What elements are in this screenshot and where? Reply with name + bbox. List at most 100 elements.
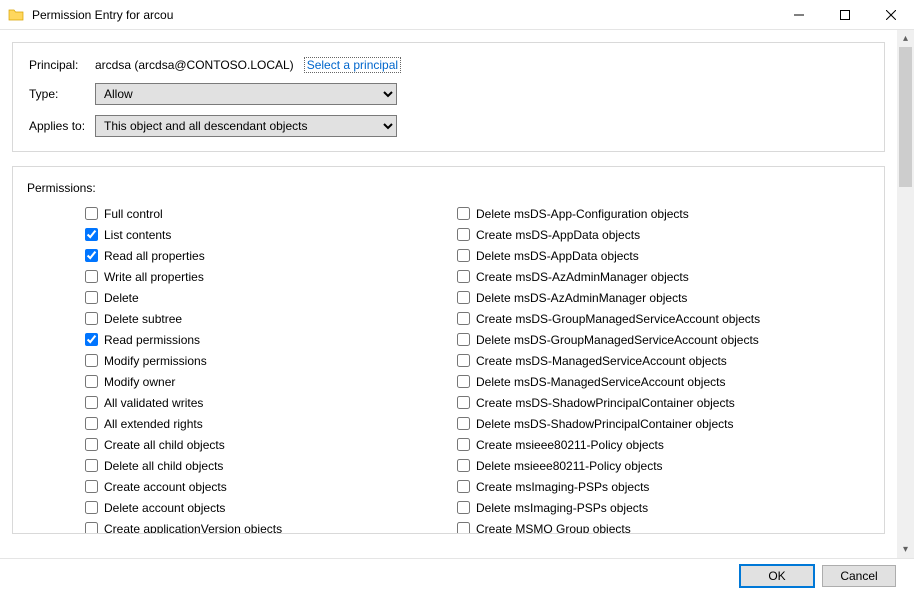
permission-checkbox[interactable]: [457, 522, 470, 534]
permission-item[interactable]: Modify owner: [27, 371, 399, 392]
type-select[interactable]: Allow: [95, 83, 397, 105]
permission-checkbox[interactable]: [85, 396, 98, 409]
permission-checkbox[interactable]: [85, 207, 98, 220]
permission-label: List contents: [104, 228, 171, 242]
permission-item[interactable]: Delete subtree: [27, 308, 399, 329]
permission-checkbox[interactable]: [457, 312, 470, 325]
permission-label: Full control: [104, 207, 163, 221]
permission-item[interactable]: Delete msDS-ManagedServiceAccount object…: [399, 371, 771, 392]
permission-checkbox[interactable]: [85, 270, 98, 283]
permission-checkbox[interactable]: [457, 417, 470, 430]
permission-item[interactable]: Create MSMQ Group objects: [399, 518, 771, 534]
permission-item[interactable]: List contents: [27, 224, 399, 245]
permission-item[interactable]: All validated writes: [27, 392, 399, 413]
permission-item[interactable]: Create account objects: [27, 476, 399, 497]
permission-item[interactable]: Delete msieee80211-Policy objects: [399, 455, 771, 476]
permission-item[interactable]: Create all child objects: [27, 434, 399, 455]
permission-checkbox[interactable]: [85, 291, 98, 304]
permission-checkbox[interactable]: [85, 354, 98, 367]
permission-checkbox[interactable]: [457, 249, 470, 262]
permission-item[interactable]: Write all properties: [27, 266, 399, 287]
permission-item[interactable]: Delete msDS-GroupManagedServiceAccount o…: [399, 329, 771, 350]
permission-label: Delete account objects: [104, 501, 225, 515]
permission-checkbox[interactable]: [85, 312, 98, 325]
permission-item[interactable]: Read permissions: [27, 329, 399, 350]
permission-checkbox[interactable]: [457, 354, 470, 367]
permission-label: Delete msDS-ShadowPrincipalContainer obj…: [476, 417, 733, 431]
permission-item[interactable]: Create msDS-GroupManagedServiceAccount o…: [399, 308, 771, 329]
permission-item[interactable]: Modify permissions: [27, 350, 399, 371]
minimize-button[interactable]: [776, 0, 822, 30]
cancel-button[interactable]: Cancel: [822, 565, 896, 587]
permissions-column-right: Delete msDS-App-Configuration objects Cre…: [399, 203, 771, 534]
permission-label: Create msDS-AppData objects: [476, 228, 640, 242]
permission-item[interactable]: Create msDS-ShadowPrincipalContainer obj…: [399, 392, 771, 413]
permission-label: Delete subtree: [104, 312, 182, 326]
permission-checkbox[interactable]: [457, 438, 470, 451]
permission-item[interactable]: Delete msDS-AzAdminManager objects: [399, 287, 771, 308]
permission-checkbox[interactable]: [457, 228, 470, 241]
permission-checkbox[interactable]: [457, 207, 470, 220]
applies-to-select[interactable]: This object and all descendant objects: [95, 115, 397, 137]
permission-label: Delete msieee80211-Policy objects: [476, 459, 663, 473]
titlebar: Permission Entry for arcou: [0, 0, 914, 30]
permission-item[interactable]: Create msDS-ManagedServiceAccount object…: [399, 350, 771, 371]
permissions-column-left: Full control List contents Read all proper…: [27, 203, 399, 534]
permission-item[interactable]: Create msieee80211-Policy objects: [399, 434, 771, 455]
permission-label: Create msDS-GroupManagedServiceAccount o…: [476, 312, 760, 326]
permission-checkbox[interactable]: [85, 438, 98, 451]
permission-label: Delete: [104, 291, 139, 305]
permission-item[interactable]: Read all properties: [27, 245, 399, 266]
permissions-group: Permissions: Full control List contents Re…: [12, 166, 885, 534]
permission-checkbox[interactable]: [457, 291, 470, 304]
principal-value: arcdsa (arcdsa@CONTOSO.LOCAL): [95, 58, 294, 72]
permissions-label: Permissions:: [27, 181, 870, 195]
permission-checkbox[interactable]: [457, 333, 470, 346]
scroll-down-arrow-icon[interactable]: ▾: [897, 541, 914, 558]
close-button[interactable]: [868, 0, 914, 30]
permission-checkbox[interactable]: [85, 501, 98, 514]
window-title: Permission Entry for arcou: [32, 8, 776, 22]
permission-checkbox[interactable]: [457, 270, 470, 283]
permission-label: Delete msDS-GroupManagedServiceAccount o…: [476, 333, 759, 347]
permission-checkbox[interactable]: [85, 480, 98, 493]
permission-checkbox[interactable]: [85, 522, 98, 534]
permission-item[interactable]: Delete msDS-ShadowPrincipalContainer obj…: [399, 413, 771, 434]
permission-item[interactable]: All extended rights: [27, 413, 399, 434]
permission-label: Create msDS-AzAdminManager objects: [476, 270, 689, 284]
permission-item[interactable]: Delete account objects: [27, 497, 399, 518]
permission-checkbox[interactable]: [85, 375, 98, 388]
permission-checkbox[interactable]: [85, 228, 98, 241]
permission-label: Read all properties: [104, 249, 205, 263]
select-principal-link[interactable]: Select a principal: [304, 57, 401, 73]
permission-checkbox[interactable]: [85, 417, 98, 430]
permission-checkbox[interactable]: [457, 459, 470, 472]
permission-label: Create msieee80211-Policy objects: [476, 438, 664, 452]
scroll-thumb[interactable]: [899, 47, 912, 187]
permission-checkbox[interactable]: [457, 501, 470, 514]
permission-item[interactable]: Delete: [27, 287, 399, 308]
permission-item[interactable]: Create msDS-AppData objects: [399, 224, 771, 245]
permission-item[interactable]: Delete msImaging-PSPs objects: [399, 497, 771, 518]
permission-item[interactable]: Create msImaging-PSPs objects: [399, 476, 771, 497]
permission-checkbox[interactable]: [457, 396, 470, 409]
permission-item[interactable]: Delete msDS-App-Configuration objects: [399, 203, 771, 224]
ok-button[interactable]: OK: [740, 565, 814, 587]
permission-checkbox[interactable]: [85, 333, 98, 346]
permission-checkbox[interactable]: [85, 459, 98, 472]
maximize-button[interactable]: [822, 0, 868, 30]
permission-item[interactable]: Create msDS-AzAdminManager objects: [399, 266, 771, 287]
permission-item[interactable]: Full control: [27, 203, 399, 224]
scroll-up-arrow-icon[interactable]: ▴: [897, 30, 914, 47]
vertical-scrollbar[interactable]: ▴ ▾: [897, 30, 914, 558]
permission-label: Create msImaging-PSPs objects: [476, 480, 649, 494]
permission-label: Delete msDS-AzAdminManager objects: [476, 291, 687, 305]
permission-checkbox[interactable]: [457, 375, 470, 388]
content-area: Principal: arcdsa (arcdsa@CONTOSO.LOCAL)…: [0, 30, 897, 558]
permission-checkbox[interactable]: [457, 480, 470, 493]
permission-checkbox[interactable]: [85, 249, 98, 262]
permission-item[interactable]: Delete msDS-AppData objects: [399, 245, 771, 266]
permission-item[interactable]: Create applicationVersion objects: [27, 518, 399, 534]
permission-label: Create all child objects: [104, 438, 225, 452]
permission-item[interactable]: Delete all child objects: [27, 455, 399, 476]
